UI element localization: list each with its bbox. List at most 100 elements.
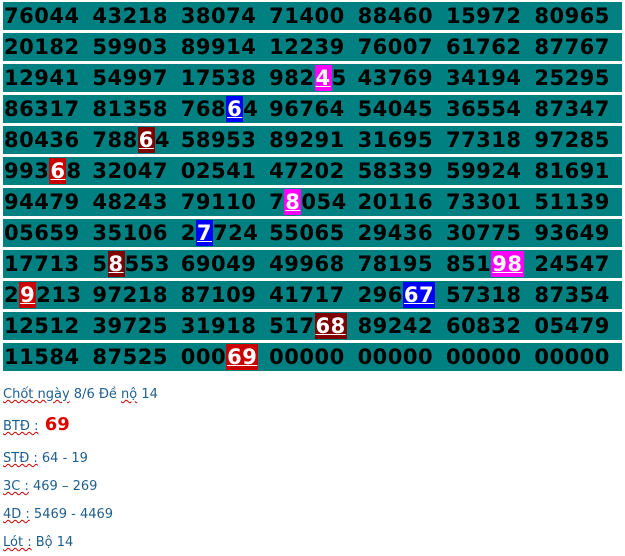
grid-cell: 89242 bbox=[357, 312, 445, 340]
cell-number: 58953 bbox=[180, 128, 257, 152]
grid-cell: 59924 bbox=[445, 157, 533, 185]
cell-number: 34194 bbox=[445, 66, 522, 90]
cell-number: 20116 bbox=[357, 190, 434, 214]
note-4d-label: 4D : bbox=[3, 507, 30, 522]
grid-cell: 55065 bbox=[268, 219, 356, 247]
grid-cell: 20182 bbox=[3, 33, 91, 61]
highlighted-digits: 9 bbox=[19, 282, 37, 308]
note-3c-value: 469 – 269 bbox=[28, 479, 98, 494]
cell-number: 60832 bbox=[445, 314, 522, 338]
cell-number-part: 788 bbox=[92, 128, 138, 152]
cell-number: 43218 bbox=[92, 4, 168, 28]
cell-number: 02541 bbox=[180, 159, 257, 183]
grid-cell: 27724 bbox=[180, 219, 268, 247]
cell-number: 89242 bbox=[357, 314, 434, 338]
note-btd-label: BTĐ : bbox=[3, 419, 39, 434]
grid-row: 17713 58553 69049 49968 78195 85198 24547 bbox=[3, 250, 622, 278]
note-chot-label2: nộ bbox=[121, 387, 138, 402]
cell-number: 58339 bbox=[357, 159, 434, 183]
cell-number: 87354 bbox=[534, 283, 610, 307]
cell-number: 89291 bbox=[269, 128, 345, 152]
grid-cell: 31918 bbox=[180, 312, 268, 340]
grid-cell: 35106 bbox=[91, 219, 179, 247]
cell-number: 97285 bbox=[534, 128, 610, 152]
grid-cell: 76864 bbox=[180, 95, 268, 123]
note-4d: 4D : 5469 - 4469 bbox=[3, 507, 113, 522]
grid-cell: 17713 bbox=[3, 250, 91, 278]
cell-number: 87347 bbox=[534, 97, 610, 121]
grid-cell: 88460 bbox=[357, 2, 445, 30]
grid-cell: 05659 bbox=[3, 219, 91, 247]
cell-number-part: 4 bbox=[154, 128, 170, 152]
grid-cell: 05479 bbox=[533, 312, 621, 340]
cell-number: 81691 bbox=[534, 159, 610, 183]
highlighted-digits: 8 bbox=[284, 189, 302, 215]
highlighted-digits: 69 bbox=[226, 344, 259, 370]
grid-cell: 71400 bbox=[268, 2, 356, 30]
grid-row: 99368 32047 02541 47202 58339 59924 81691 bbox=[3, 157, 622, 185]
note-lot-value: Bộ 14 bbox=[31, 535, 74, 550]
cell-number: 93649 bbox=[534, 221, 610, 245]
cell-number-part: 054 bbox=[301, 190, 347, 214]
grid-cell: 15972 bbox=[445, 2, 533, 30]
highlighted-digits: 4 bbox=[314, 65, 332, 91]
cell-number: 48243 bbox=[92, 190, 168, 214]
grid-cell: 87354 bbox=[533, 281, 621, 309]
grid-row: 80436 78864 58953 89291 31695 77318 97285 bbox=[3, 126, 622, 154]
cell-number: 97218 bbox=[92, 283, 168, 307]
grid-cell: 76044 bbox=[3, 2, 91, 30]
cell-number: 96764 bbox=[269, 97, 345, 121]
cell-number: 54045 bbox=[357, 97, 434, 121]
cell-number-part: 296 bbox=[357, 283, 403, 307]
cell-number: 12512 bbox=[4, 314, 80, 338]
cell-number-part: 768 bbox=[180, 97, 227, 121]
cell-number: 71400 bbox=[269, 4, 345, 28]
grid-cell: 43218 bbox=[91, 2, 179, 30]
grid-cell: 29667 bbox=[357, 281, 445, 309]
grid-cell: 78864 bbox=[91, 126, 179, 154]
grid-cell: 29436 bbox=[357, 219, 445, 247]
grid-cell: 89291 bbox=[268, 126, 356, 154]
grid-cell: 57318 bbox=[445, 281, 533, 309]
grid-cell: 87525 bbox=[91, 343, 179, 371]
grid-cell: 85198 bbox=[445, 250, 533, 278]
cell-number: 11584 bbox=[4, 345, 80, 369]
cell-number: 81358 bbox=[92, 97, 168, 121]
grid-cell: 96764 bbox=[268, 95, 356, 123]
cell-number: 59924 bbox=[445, 159, 522, 183]
grid-cell: 81691 bbox=[533, 157, 621, 185]
cell-number: 00000 bbox=[357, 345, 434, 369]
cell-number: 55065 bbox=[269, 221, 345, 245]
grid-cell: 17538 bbox=[180, 64, 268, 92]
grid-cell: 51139 bbox=[533, 188, 621, 216]
note-lot: Lót : Bộ 14 bbox=[3, 535, 73, 550]
cell-number-part: 5 bbox=[92, 252, 108, 276]
grid-cell: 93649 bbox=[533, 219, 621, 247]
note-chot-label: Chốt ngày bbox=[3, 387, 70, 402]
grid-cell: 73301 bbox=[445, 188, 533, 216]
grid-cell: 43769 bbox=[357, 64, 445, 92]
grid-cell: 87767 bbox=[533, 33, 621, 61]
grid-cell: 41717 bbox=[268, 281, 356, 309]
cell-number-part: 851 bbox=[445, 252, 492, 276]
cell-number: 57318 bbox=[445, 283, 522, 307]
grid-cell: 12512 bbox=[3, 312, 91, 340]
note-std-label: STĐ : bbox=[3, 451, 38, 466]
cell-number: 30775 bbox=[445, 221, 522, 245]
highlighted-digits: 98 bbox=[491, 251, 524, 277]
highlighted-digits: 8 bbox=[107, 251, 125, 277]
grid-cell: 76007 bbox=[357, 33, 445, 61]
cell-number: 59903 bbox=[92, 35, 168, 59]
grid-cell: 02541 bbox=[180, 157, 268, 185]
grid-cell: 79110 bbox=[180, 188, 268, 216]
grid-cell: 78195 bbox=[357, 250, 445, 278]
cell-number-part: 4 bbox=[243, 97, 259, 121]
grid-cell: 78054 bbox=[268, 188, 356, 216]
highlighted-digits: 6 bbox=[226, 96, 244, 122]
cell-number: 36554 bbox=[445, 97, 522, 121]
grid-cell: 36554 bbox=[445, 95, 533, 123]
grid-cell: 20116 bbox=[357, 188, 445, 216]
note-chot-text2: 14 bbox=[137, 387, 158, 402]
grid-cell: 60832 bbox=[445, 312, 533, 340]
cell-number: 80965 bbox=[534, 4, 610, 28]
